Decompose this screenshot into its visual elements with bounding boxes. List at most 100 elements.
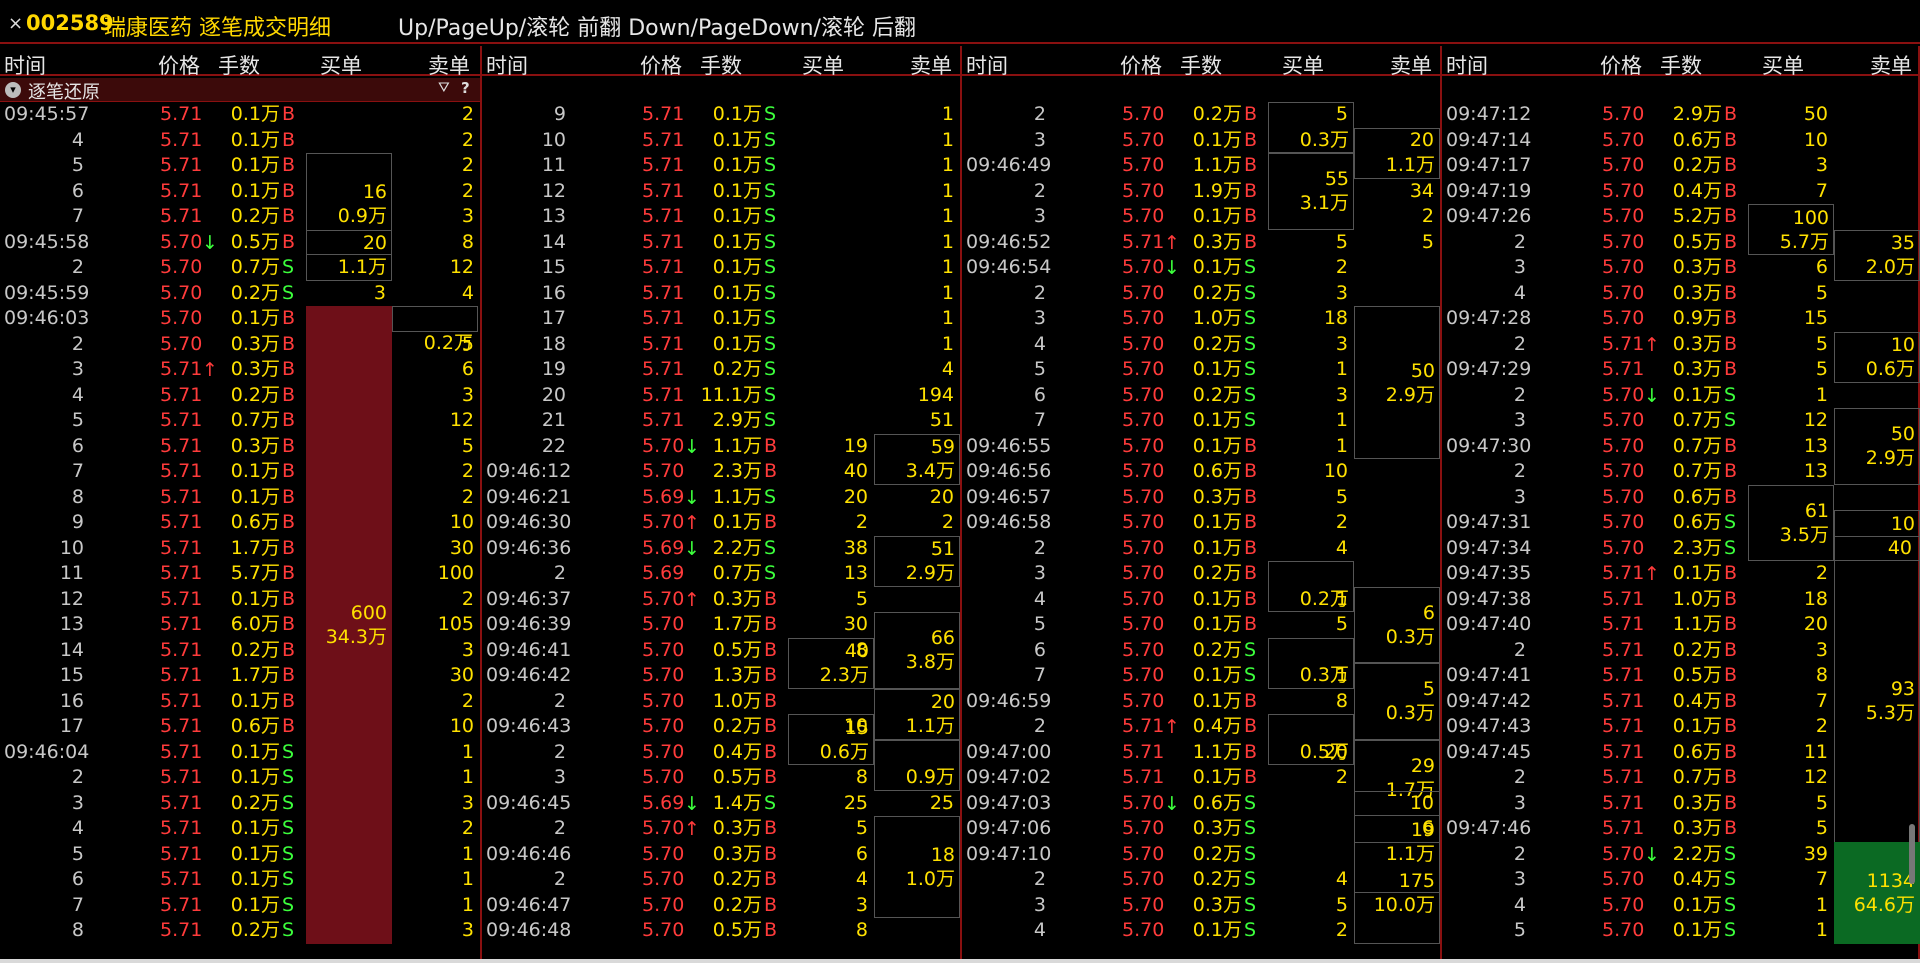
trade-direction: B <box>1244 179 1258 202</box>
trade-direction: S <box>764 358 777 380</box>
buy-order-count: 1 <box>1335 587 1348 610</box>
tick-time: 09:47:12 <box>1446 103 1532 125</box>
buy-order-count: 19 <box>843 434 868 457</box>
price-arrow-icon: ↑ <box>1644 563 1660 585</box>
tick-price: 5.70 <box>1122 434 1165 457</box>
tick-time: 09:46:41 <box>486 638 572 661</box>
tick-volume: 2.9万 <box>1672 103 1722 125</box>
table-row: 8 5.71 0.2万 S 3 <box>0 918 480 944</box>
trade-direction: B <box>1244 154 1258 176</box>
tick-time: 9 <box>553 103 566 125</box>
tick-volume: 0.2万 <box>1192 383 1242 406</box>
tick-time: 2 <box>1513 230 1526 253</box>
tick-price: 5.71 <box>642 128 685 151</box>
tick-volume: 0.1万 <box>230 893 280 916</box>
buy-order-count: 11 <box>1803 740 1828 763</box>
buy-order-count: 1 <box>1815 919 1828 941</box>
trade-direction: B <box>1724 817 1738 839</box>
sell-order-count: 1 <box>941 179 954 202</box>
tick-price: 5.71 <box>1122 715 1165 737</box>
header-volume: 手数 <box>1660 54 1702 78</box>
tick-price: 5.71 <box>1602 332 1645 355</box>
trade-direction: B <box>764 842 778 865</box>
trade-direction: B <box>1724 103 1738 125</box>
tick-time: 09:46:59 <box>966 689 1052 712</box>
trade-direction: S <box>764 536 777 559</box>
tick-volume: 0.1万 <box>230 307 280 329</box>
tick-detail-grid[interactable]: 时间 价格 手数 买单 卖单 16 0.9万 20 1.1万 0.2万 600 34.3万 09:45:… <box>0 46 1920 963</box>
tick-time: 09:47:43 <box>1446 715 1532 737</box>
trade-direction: S <box>282 740 295 763</box>
table-row: 09:47:30 5.70 0.7万 B 13 <box>1442 434 1918 460</box>
tick-volume: 5.7万 <box>230 562 280 584</box>
scrollbar[interactable] <box>1909 824 1915 884</box>
buy-order-count: 6 <box>1815 256 1828 278</box>
tick-time: 09:46:48 <box>486 919 572 941</box>
buy-order-count: 3 <box>1335 332 1348 355</box>
trade-direction: S <box>1724 383 1737 406</box>
trade-direction: B <box>1724 791 1738 814</box>
trade-direction: B <box>1724 256 1738 278</box>
tick-column-2: 时间 价格 手数 买单 卖单 59 3.4万 51 2.9万 66 3.8万 40 2.3万 20 1.1万… <box>482 46 962 960</box>
tick-volume: 0.2万 <box>1192 868 1242 890</box>
sell-order-count: 3 <box>461 638 474 661</box>
buy-order-count: 10 <box>1323 460 1348 482</box>
restore-bar[interactable]: ▾ 逐笔还原 ⛛? <box>0 78 480 103</box>
tick-time: 09:47:41 <box>1446 664 1532 686</box>
tick-volume: 0.2万 <box>1192 281 1242 304</box>
tick-price: 5.70 <box>1122 154 1165 176</box>
trade-direction: S <box>764 383 777 406</box>
trade-direction: S <box>764 154 777 176</box>
tick-volume: 1.7万 <box>230 536 280 559</box>
tick-volume: 0.2万 <box>1672 638 1722 661</box>
tick-time: 8 <box>71 919 84 941</box>
trade-direction: S <box>1724 919 1737 941</box>
tick-time: 2 <box>553 740 566 763</box>
buy-order-count: 5 <box>1335 230 1348 253</box>
close-icon[interactable]: × <box>8 13 23 34</box>
tick-volume: 0.2万 <box>230 281 280 304</box>
buy-order-count: 5 <box>1335 613 1348 635</box>
table-row: 09:46:03 5.70 0.1万 B <box>0 306 480 332</box>
table-row: 6 5.70 0.2万 S <box>962 638 1440 664</box>
price-arrow-icon: ↓ <box>1644 384 1660 407</box>
trade-direction: B <box>282 332 296 355</box>
tick-volume: 0.1万 <box>1672 562 1722 584</box>
help-icon[interactable]: ? <box>461 79 470 97</box>
tick-time: 2 <box>1513 332 1526 355</box>
tick-volume: 0.1万 <box>230 740 280 763</box>
tick-price: 5.70 <box>1602 281 1645 304</box>
tick-volume: 0.3万 <box>1192 230 1242 253</box>
tick-time: 09:46:57 <box>966 485 1052 508</box>
tick-price: 5.71 <box>642 281 685 304</box>
tick-volume: 0.3万 <box>712 842 762 865</box>
tick-price: 5.70 <box>1122 919 1165 941</box>
trade-direction: B <box>764 613 778 635</box>
sell-order-count: 1 <box>941 103 954 125</box>
trade-direction: S <box>1244 307 1257 329</box>
tick-price: 5.70 <box>1122 409 1165 431</box>
tick-volume: 1.7万 <box>712 613 762 635</box>
table-row: 09:46:56 5.70 0.6万 B 10 <box>962 459 1440 485</box>
tick-volume: 0.1万 <box>1192 358 1242 380</box>
tick-time: 5 <box>1513 919 1526 941</box>
tick-time: 3 <box>1513 485 1526 508</box>
price-arrow-icon: ↓ <box>684 435 700 458</box>
tick-price: 5.71 <box>160 893 203 916</box>
tick-time: 17 <box>59 715 84 737</box>
trade-direction: B <box>764 766 778 788</box>
tick-volume: 0.1万 <box>1192 766 1242 788</box>
tick-volume: 0.3万 <box>1672 358 1722 380</box>
table-row: 7 5.70 0.1万 S 1 <box>962 663 1440 689</box>
collapse-icon[interactable]: ▾ <box>5 82 21 98</box>
sell-order-count: 1 <box>941 230 954 253</box>
tick-volume: 0.6万 <box>1672 128 1722 151</box>
tick-price: 5.71 <box>160 511 203 533</box>
table-row: 5 5.71 0.1万 B 2 <box>0 153 480 179</box>
filter-icon[interactable]: ⛛ <box>438 80 450 96</box>
sell-order-count: 100 <box>437 562 474 584</box>
table-row: 5 5.71 0.7万 B 12 <box>0 408 480 434</box>
tick-time: 09:47:40 <box>1446 613 1532 635</box>
trade-direction: S <box>1244 842 1257 865</box>
tick-time: 6 <box>71 179 84 202</box>
